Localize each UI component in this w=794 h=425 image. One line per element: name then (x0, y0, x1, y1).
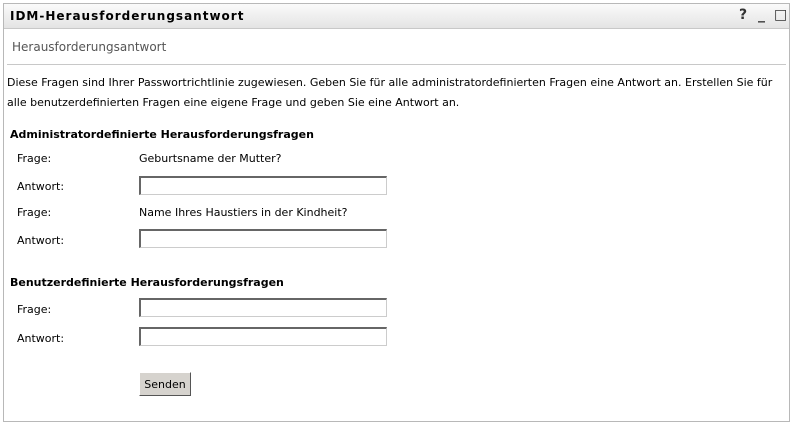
submit-button[interactable]: Senden (139, 372, 191, 396)
window-title: IDM-Herausforderungsantwort (10, 9, 245, 23)
answer-input-1[interactable] (139, 176, 387, 195)
question-label: Frage: (17, 152, 52, 165)
page-title: Herausforderungsantwort (12, 40, 167, 54)
question-label: Frage: (17, 206, 52, 219)
portlet: IDM-Herausforderungsantwort ? _ □ Heraus… (3, 3, 790, 422)
question-text: Name Ihres Haustiers in der Kindheit? (139, 206, 348, 219)
custom-question-input[interactable] (139, 298, 387, 317)
user-section-heading: Benutzerdefinierte Herausforderungsfrage… (10, 276, 284, 289)
help-icon[interactable]: ? (739, 7, 747, 23)
divider (7, 64, 786, 65)
answer-label: Antwort: (17, 180, 65, 193)
minimize-icon[interactable]: _ (758, 7, 765, 23)
admin-section-heading: Administratordefinierte Herausforderungs… (10, 128, 314, 141)
title-bar: IDM-Herausforderungsantwort ? _ □ (4, 4, 789, 29)
answer-label: Antwort: (17, 234, 65, 247)
maximize-icon[interactable]: □ (774, 7, 787, 23)
answer-label: Antwort: (17, 332, 65, 345)
question-label: Frage: (17, 303, 52, 316)
custom-answer-input[interactable] (139, 327, 387, 346)
question-text: Geburtsname der Mutter? (139, 152, 282, 165)
intro-text: Diese Fragen sind Ihrer Passwortrichtlin… (7, 76, 773, 109)
answer-input-2[interactable] (139, 229, 387, 248)
